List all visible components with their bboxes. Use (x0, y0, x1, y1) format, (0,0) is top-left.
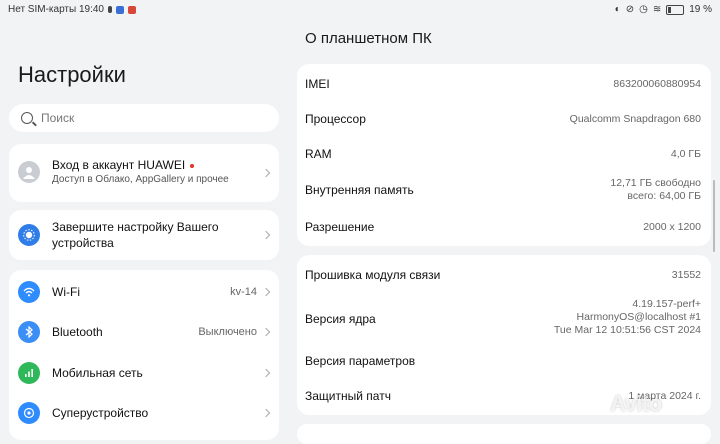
chevron-right-icon (261, 168, 271, 178)
superdevice-row[interactable]: Суперустройство (9, 401, 279, 425)
setup-text: Завершите настройку Вашего устройства (52, 220, 219, 250)
storage-value: 12,71 ГБ свободно всего: 64,00 ГБ (610, 177, 701, 203)
imei-label: IMEI (305, 77, 330, 91)
processor-value: Qualcomm Snapdragon 680 (569, 113, 701, 125)
scrollbar[interactable] (713, 180, 715, 252)
status-right: ◐ ⊘ ◷ ≋ 19 % (615, 4, 712, 15)
search-input[interactable]: Поиск (9, 104, 279, 132)
baseband-label: Прошивка модуля связи (305, 268, 441, 282)
wifi-label: Wi-Fi (52, 285, 80, 299)
kernel-value: 4.19.157-perf+ HarmonyOS@localhost #1 Tu… (554, 298, 701, 337)
processor-label: Процессор (305, 112, 366, 126)
ram-value: 4,0 ГБ (670, 148, 701, 160)
bluetooth-label: Bluetooth (52, 325, 103, 339)
bluetooth-value: Выключено (198, 326, 257, 338)
bluetooth-icon (18, 321, 40, 343)
connectivity-card: Wi-Fi kv-14 Bluetooth Выключено Мобильна… (9, 270, 279, 440)
setup-card[interactable]: Завершите настройку Вашего устройства (9, 210, 279, 260)
imei-value: 863200060880954 (613, 78, 701, 90)
wifi-row[interactable]: Wi-Fi kv-14 (9, 280, 279, 304)
settings-pane: Настройки Поиск Вход в аккаунт HUAWEI До… (0, 0, 288, 440)
search-icon (21, 112, 33, 124)
superdevice-label: Суперустройство (52, 406, 149, 420)
red-dot-badge (190, 163, 195, 168)
device-info-card: IMEI 863200060880954 Процессор Qualcomm … (297, 64, 711, 246)
kernel-version: 4.19.157-perf+ (632, 298, 701, 310)
alarm-icon: ◷ (639, 4, 648, 15)
next-card (297, 424, 711, 444)
setup-line2: устройства (52, 236, 114, 250)
resolution-value: 2000 x 1200 (643, 221, 701, 233)
account-subtitle: Доступ в Облако, AppGallery и прочее (52, 174, 229, 185)
kernel-label: Версия ядра (305, 312, 376, 326)
battery-level: 19 % (689, 4, 712, 15)
avatar-icon (18, 161, 40, 183)
storage-total: всего: 64,00 ГБ (627, 190, 701, 202)
chevron-right-icon (261, 408, 271, 418)
security-patch-label: Защитный патч (305, 389, 391, 403)
mobile-network-label: Мобильная сеть (52, 366, 143, 380)
kernel-date: Tue Mar 12 10:51:56 CST 2024 (553, 324, 701, 336)
ram-label: RAM (305, 147, 332, 161)
setup-line1: Завершите настройку Вашего (52, 220, 219, 234)
account-card[interactable]: Вход в аккаунт HUAWEI Доступ в Облако, A… (9, 144, 279, 202)
baseband-value: 31552 (671, 269, 701, 281)
mobile-network-icon (18, 362, 40, 384)
about-title: О планшетном ПК (305, 30, 432, 47)
battery-icon (666, 4, 685, 15)
silent-icon: ⊘ (625, 4, 635, 15)
setup-icon (18, 224, 40, 246)
wifi-icon (18, 281, 40, 303)
account-text: Вход в аккаунт HUAWEI Доступ в Облако, A… (52, 158, 229, 185)
parameters-label: Версия параметров (305, 354, 416, 368)
chevron-right-icon (261, 230, 271, 240)
storage-free: 12,71 ГБ свободно (610, 177, 701, 189)
wifi-value: kv-14 (230, 286, 257, 298)
avito-watermark-logo: Avito (610, 391, 662, 416)
search-placeholder: Поиск (41, 111, 75, 125)
nfc-icon: ◐ (614, 4, 621, 15)
bluetooth-row[interactable]: Bluetooth Выключено (9, 320, 279, 344)
superdevice-icon (18, 402, 40, 424)
chevron-right-icon (261, 368, 271, 378)
mobile-network-row[interactable]: Мобильная сеть (9, 361, 279, 385)
resolution-label: Разрешение (305, 220, 375, 234)
chevron-right-icon (261, 327, 271, 337)
account-title: Вход в аккаунт HUAWEI (52, 158, 186, 172)
kernel-host: HarmonyOS@localhost #1 (576, 311, 701, 323)
page-title: Настройки (18, 62, 126, 87)
storage-label: Внутренняя память (305, 183, 414, 197)
chevron-right-icon (261, 287, 271, 297)
wifi-status-icon: ≋ (652, 4, 662, 15)
